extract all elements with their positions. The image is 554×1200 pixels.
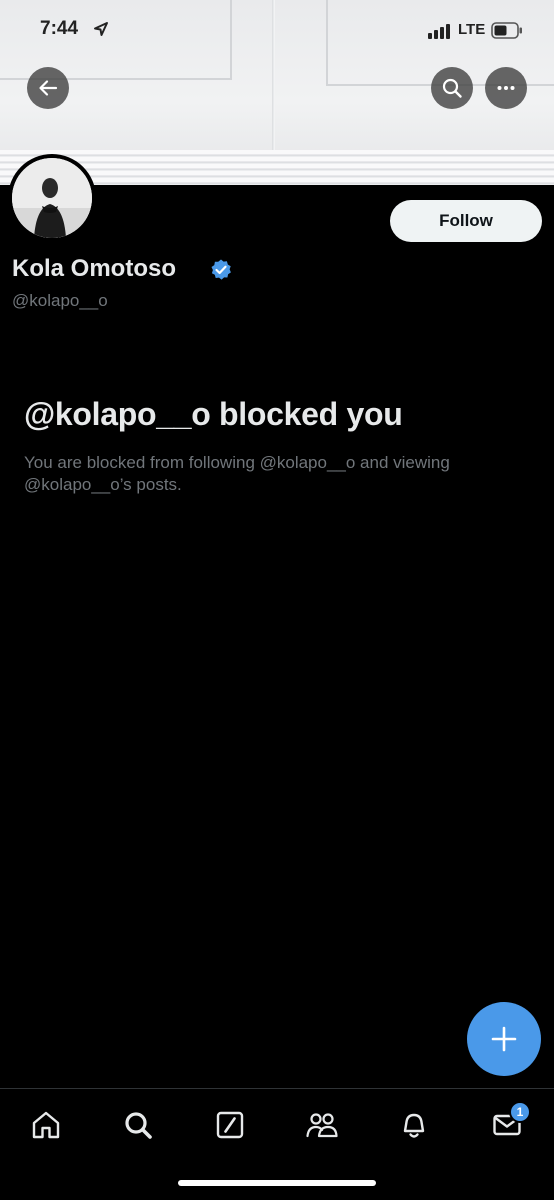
nav-notifications[interactable]: [394, 1105, 434, 1145]
compose-button[interactable]: [467, 1002, 541, 1076]
blocked-description: You are blocked from following @kolapo__…: [24, 453, 450, 494]
arrow-left-icon: [39, 80, 58, 96]
search-button[interactable]: [431, 67, 473, 109]
home-indicator[interactable]: [178, 1180, 376, 1186]
follow-button[interactable]: Follow: [390, 200, 542, 242]
network-type: LTE: [458, 21, 486, 38]
nav-messages[interactable]: 1: [487, 1101, 531, 1145]
location-arrow-icon: [94, 22, 108, 36]
search-icon: [125, 1112, 152, 1139]
plus-icon: [491, 1026, 517, 1052]
person-silhouette-icon: [12, 158, 92, 238]
blocked-title: @kolapo__o blocked you: [24, 396, 403, 432]
back-button[interactable]: [27, 67, 69, 109]
nav-communities[interactable]: [302, 1105, 342, 1145]
battery-icon: [491, 22, 522, 39]
bell-icon: [403, 1113, 425, 1138]
profile-handle: @kolapo__o: [12, 291, 108, 310]
messages-badge: 1: [509, 1101, 531, 1123]
cellular-signal-icon: [428, 24, 450, 39]
home-icon: [32, 1111, 60, 1139]
avatar[interactable]: [8, 154, 96, 242]
search-icon: [442, 78, 462, 98]
nav-home[interactable]: [26, 1105, 66, 1145]
display-name: Kola Omotoso: [12, 255, 177, 282]
nav-grok[interactable]: [210, 1105, 250, 1145]
verified-badge-icon[interactable]: [209, 258, 233, 282]
slash-box-icon: [216, 1111, 244, 1139]
nav-search[interactable]: [118, 1105, 158, 1145]
more-options-button[interactable]: [485, 67, 527, 109]
avatar-photo: [12, 158, 92, 238]
status-time: 7:44: [40, 18, 79, 39]
more-horizontal-icon: [497, 86, 515, 90]
people-icon: [306, 1113, 338, 1138]
status-bar: 7:44 LTE: [0, 0, 554, 60]
